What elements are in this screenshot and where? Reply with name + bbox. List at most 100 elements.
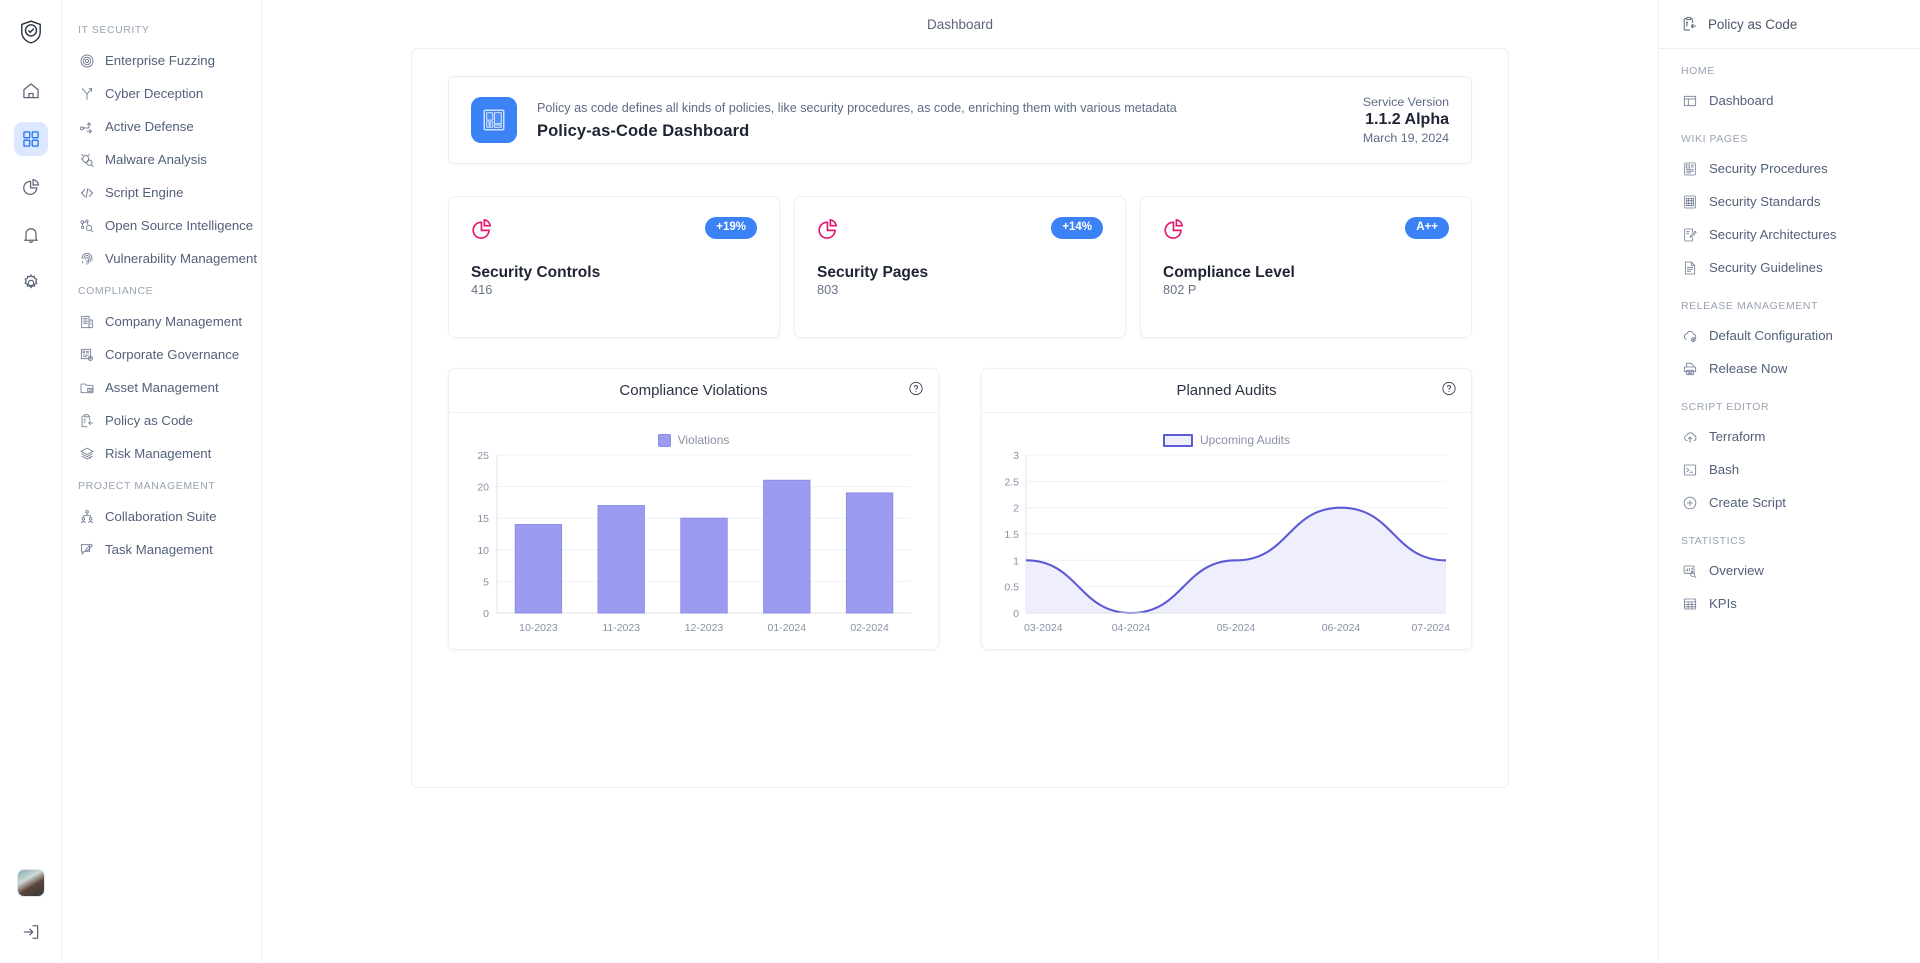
- stat-card-security-controls[interactable]: +19% Security Controls 416: [448, 196, 780, 338]
- stat-card-row: +19% Security Controls 416: [448, 196, 1472, 338]
- nav-item-vulnerability-management[interactable]: Vulnerability Management: [62, 242, 261, 275]
- rb-item-label: Security Architectures: [1709, 227, 1837, 242]
- rb-item-default-configuration[interactable]: Default Configuration: [1659, 319, 1920, 352]
- nav-item-policy-as-code[interactable]: Policy as Code: [62, 404, 261, 437]
- stat-card-compliance-level[interactable]: A++ Compliance Level 802 P: [1140, 196, 1472, 338]
- logout-button[interactable]: [14, 915, 48, 949]
- app-logo[interactable]: [11, 12, 51, 52]
- nav-item-risk-management[interactable]: Risk Management: [62, 437, 261, 470]
- top-bar: Dashboard: [262, 0, 1658, 48]
- nav-item-enterprise-fuzzing[interactable]: Enterprise Fuzzing: [62, 44, 261, 77]
- rail-item-dashboard[interactable]: [14, 122, 48, 156]
- nav-section-title-project-management: PROJECT MANAGEMENT: [62, 480, 261, 492]
- svg-text:5: 5: [483, 576, 489, 588]
- rail-item-settings[interactable]: [14, 266, 48, 300]
- rail-item-notifications[interactable]: [14, 218, 48, 252]
- target-icon: [78, 52, 95, 69]
- nav-item-label: Malware Analysis: [105, 152, 207, 167]
- nav-item-company-management[interactable]: Company Management: [62, 305, 261, 338]
- svg-text:05-2024: 05-2024: [1217, 622, 1256, 634]
- rb-item-bash[interactable]: Bash: [1659, 453, 1920, 486]
- rb-item-overview[interactable]: Overview: [1659, 554, 1920, 587]
- chart-legend: Violations: [459, 433, 928, 447]
- nav-item-task-management[interactable]: Task Management: [62, 533, 261, 566]
- svg-text:15: 15: [477, 513, 489, 525]
- rb-section-home: HOME: [1659, 65, 1920, 77]
- chart-legend: Upcoming Audits: [992, 433, 1461, 447]
- document-gear-icon: [78, 346, 95, 363]
- nav-item-malware-analysis[interactable]: Malware Analysis: [62, 143, 261, 176]
- help-circle-icon[interactable]: [1441, 380, 1457, 401]
- nav-item-script-engine[interactable]: Script Engine: [62, 176, 261, 209]
- rb-item-security-architectures[interactable]: Security Architectures: [1659, 218, 1920, 251]
- help-circle-icon[interactable]: [908, 380, 924, 401]
- nav-item-label: Policy as Code: [105, 413, 193, 428]
- svg-text:02-2024: 02-2024: [850, 622, 889, 634]
- rb-item-security-guidelines[interactable]: Security Guidelines: [1659, 251, 1920, 284]
- banner-text: Policy as code defines all kinds of poli…: [537, 99, 1343, 142]
- status-badge: +14%: [1051, 217, 1103, 239]
- nav-item-label: Asset Management: [105, 380, 219, 395]
- dashboard-banner: Policy as code defines all kinds of poli…: [448, 76, 1472, 164]
- terminal-icon: [1681, 461, 1698, 478]
- nav-item-label: Vulnerability Management: [105, 251, 257, 266]
- stat-card-top: +19%: [471, 217, 757, 244]
- dashboard-canvas: Policy as code defines all kinds of poli…: [411, 48, 1509, 788]
- chart-card-planned-audits: Planned Audits: [981, 368, 1472, 650]
- nav-section-title-it-security: IT SECURITY: [62, 24, 261, 36]
- nav-item-label: Script Engine: [105, 185, 183, 200]
- rb-item-release-now[interactable]: Release Now: [1659, 352, 1920, 385]
- right-sidebar: Policy as Code HOME Dashboard WIKI PAGES…: [1658, 0, 1920, 963]
- legend-label: Upcoming Audits: [1200, 433, 1290, 447]
- rb-item-security-procedures[interactable]: Security Procedures: [1659, 152, 1920, 185]
- rb-item-label: Security Guidelines: [1709, 260, 1823, 275]
- legend-swatch: [658, 434, 671, 447]
- nav-item-corporate-governance[interactable]: Corporate Governance: [62, 338, 261, 371]
- plus-circle-icon: [1681, 494, 1698, 511]
- svg-text:20: 20: [477, 482, 489, 494]
- status-badge: +19%: [705, 217, 757, 239]
- stat-card-top: +14%: [817, 217, 1103, 244]
- chart-body: Upcoming Audits 00.511.522.5303-202404-2…: [982, 413, 1471, 649]
- rb-item-kpis[interactable]: KPIs: [1659, 587, 1920, 620]
- rail-item-analytics[interactable]: [14, 170, 48, 204]
- page-title: Dashboard: [927, 17, 993, 32]
- rail-item-home[interactable]: [14, 74, 48, 108]
- rb-section-release-management: RELEASE MANAGEMENT: [1659, 300, 1920, 312]
- right-sidebar-header[interactable]: Policy as Code: [1659, 0, 1920, 48]
- chart-title: Compliance Violations: [619, 382, 767, 399]
- chart-card-compliance-violations: Compliance Violations: [448, 368, 939, 650]
- rb-item-label: Release Now: [1709, 361, 1787, 376]
- printer-icon: [1681, 360, 1698, 377]
- folder-archive-icon: [78, 379, 95, 396]
- pie-chart-icon: [471, 217, 493, 244]
- rb-item-security-standards[interactable]: Security Standards: [1659, 185, 1920, 218]
- clipboard-arrow-icon: [1681, 16, 1698, 33]
- avatar[interactable]: [17, 869, 45, 897]
- rb-item-label: Default Configuration: [1709, 328, 1833, 343]
- stat-card-name: Compliance Level: [1163, 264, 1449, 282]
- rb-section-wiki-pages: WIKI PAGES: [1659, 133, 1920, 145]
- icon-rail: [0, 0, 62, 963]
- rb-item-label: Security Procedures: [1709, 161, 1828, 176]
- status-badge: A++: [1405, 217, 1449, 239]
- stat-card-value: 416: [471, 282, 757, 297]
- edit-square-icon: [78, 541, 95, 558]
- nav-item-collaboration-suite[interactable]: Collaboration Suite: [62, 500, 261, 533]
- chart-search-icon: [1681, 562, 1698, 579]
- nav-item-cyber-deception[interactable]: Cyber Deception: [62, 77, 261, 110]
- rb-item-terraform[interactable]: Terraform: [1659, 420, 1920, 453]
- rb-item-create-script[interactable]: Create Script: [1659, 486, 1920, 519]
- pie-chart-icon: [1163, 217, 1185, 244]
- nav-item-label: Enterprise Fuzzing: [105, 53, 215, 68]
- nav-item-asset-management[interactable]: Asset Management: [62, 371, 261, 404]
- clipboard-arrow-icon: [78, 412, 95, 429]
- nav-section-title-compliance: COMPLIANCE: [62, 285, 261, 297]
- nav-item-open-source-intelligence[interactable]: Open Source Intelligence: [62, 209, 261, 242]
- rb-item-dashboard[interactable]: Dashboard: [1659, 84, 1920, 117]
- nav-item-active-defense[interactable]: Active Defense: [62, 110, 261, 143]
- svg-text:3: 3: [1013, 450, 1019, 462]
- stat-card-security-pages[interactable]: +14% Security Pages 803: [794, 196, 1126, 338]
- network-search-icon: [78, 217, 95, 234]
- nav-item-label: Company Management: [105, 314, 242, 329]
